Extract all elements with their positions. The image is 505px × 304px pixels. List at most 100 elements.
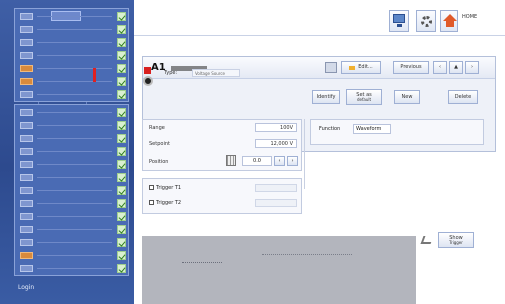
sidebar-row[interactable] [17, 147, 128, 156]
channel-icon [20, 91, 33, 98]
sidebar-row[interactable] [17, 25, 128, 34]
function-field[interactable]: Waveform [353, 124, 391, 134]
sidebar-row[interactable] [17, 134, 128, 143]
home-label: HOME [462, 14, 478, 20]
monitor-icon [393, 14, 405, 27]
check-icon[interactable] [117, 186, 126, 195]
sidebar-row-line [37, 190, 112, 191]
set-default-button[interactable]: Set as default [346, 89, 382, 105]
check-icon[interactable] [117, 160, 126, 169]
sidebar-row-line [37, 55, 112, 56]
sidebar-row-line [37, 164, 112, 165]
slider-icon[interactable] [226, 155, 236, 166]
check-icon[interactable] [117, 25, 126, 34]
up-arrow-button[interactable]: ▲ [449, 61, 463, 74]
position-right-button[interactable]: › [287, 156, 298, 166]
sidebar-row[interactable] [17, 77, 128, 86]
home-button[interactable] [440, 10, 458, 32]
set-default-sublabel: default [356, 96, 372, 102]
show-trigger-button[interactable]: Show Trigger [438, 232, 474, 248]
channel-icon [20, 161, 33, 168]
sidebar-row[interactable] [17, 173, 128, 182]
prev-arrow-button[interactable]: ‹ [433, 61, 447, 74]
keyboard-icon[interactable] [325, 62, 337, 73]
trigger-t1-label: Trigger T1 [156, 185, 182, 191]
channel-icon [20, 26, 33, 33]
monitor-button[interactable] [389, 10, 409, 32]
check-icon[interactable] [117, 238, 126, 247]
check-icon[interactable] [117, 147, 126, 156]
settings-button[interactable] [416, 10, 436, 32]
sidebar-row[interactable] [17, 12, 128, 21]
sidebar-row[interactable] [17, 264, 128, 273]
trigger-t1-field[interactable] [255, 184, 297, 192]
checkbox-icon[interactable] [149, 200, 154, 205]
check-icon[interactable] [117, 173, 126, 182]
position-left-button[interactable]: ‹ [274, 156, 285, 166]
trigger-t1-option[interactable]: Trigger T1 [149, 185, 181, 191]
trigger-t2-option[interactable]: Trigger T2 [149, 200, 181, 206]
check-icon[interactable] [117, 264, 126, 273]
check-icon[interactable] [117, 199, 126, 208]
channel-icon [20, 174, 33, 181]
next-arrow-button[interactable]: › [465, 61, 479, 74]
channel-icon [20, 52, 33, 59]
check-icon[interactable] [117, 212, 126, 221]
trigger-block: Trigger T1 Trigger T2 [142, 178, 302, 214]
check-icon[interactable] [117, 134, 126, 143]
range-field[interactable]: 100V [255, 123, 297, 132]
sidebar-row[interactable] [17, 51, 128, 60]
sidebar-row-line [37, 229, 112, 230]
waveform-display[interactable] [142, 236, 416, 304]
new-button[interactable]: New [394, 90, 420, 104]
sidebar-row-line [37, 94, 112, 95]
sidebar-row[interactable] [17, 251, 128, 260]
sidebar-row[interactable] [17, 121, 128, 130]
check-icon[interactable] [117, 225, 126, 234]
channel-icon [20, 109, 33, 116]
sidebar-row[interactable] [17, 160, 128, 169]
identify-button[interactable]: Identify [312, 90, 340, 104]
sidebar-row-line [37, 16, 112, 17]
sidebar-row-line [37, 125, 112, 126]
check-icon[interactable] [117, 12, 126, 21]
check-icon[interactable] [117, 51, 126, 60]
sidebar-row[interactable] [17, 225, 128, 234]
sidebar-group-bottom [14, 104, 129, 276]
pencil-icon [349, 65, 356, 70]
check-icon[interactable] [117, 38, 126, 47]
sidebar-row[interactable] [17, 212, 128, 221]
channel-icon [20, 200, 33, 207]
edit-button-label: Edit... [358, 64, 373, 70]
check-icon[interactable] [117, 77, 126, 86]
check-icon[interactable] [117, 90, 126, 99]
sidebar-row-line [37, 268, 112, 269]
sidebar-row[interactable] [17, 199, 128, 208]
delete-button[interactable]: Delete [448, 90, 478, 104]
channel-icon [20, 213, 33, 220]
type-label: Type: [164, 70, 178, 76]
position-field[interactable]: 0.0 [242, 156, 272, 166]
alarm-indicator [144, 67, 151, 74]
check-icon[interactable] [117, 121, 126, 130]
check-icon[interactable] [117, 251, 126, 260]
check-icon[interactable] [117, 108, 126, 117]
active-marker [93, 68, 96, 82]
sidebar-row[interactable] [17, 238, 128, 247]
previous-button[interactable]: Previous [393, 61, 429, 74]
channel-icon [20, 187, 33, 194]
check-icon[interactable] [117, 64, 126, 73]
sidebar-row-line [37, 203, 112, 204]
edit-button[interactable]: Edit... [341, 61, 381, 74]
sidebar-row[interactable] [17, 90, 128, 99]
setpoint-field[interactable]: 12,000 V [255, 139, 297, 148]
setpoint-label: Setpoint [149, 141, 170, 147]
login-status[interactable]: Login [14, 280, 130, 300]
channel-icon [20, 65, 33, 72]
sidebar-row[interactable] [17, 108, 128, 117]
sidebar-row[interactable] [17, 64, 128, 73]
checkbox-icon[interactable] [149, 185, 154, 190]
sidebar-row[interactable] [17, 38, 128, 47]
trigger-t2-field[interactable] [255, 199, 297, 207]
sidebar-row[interactable] [17, 186, 128, 195]
